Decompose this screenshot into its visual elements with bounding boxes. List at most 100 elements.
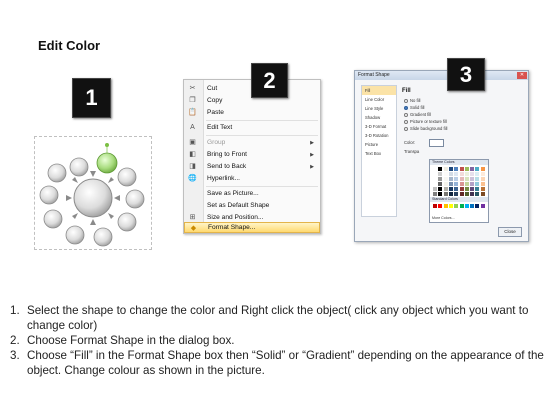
color-swatch[interactable] — [443, 204, 448, 208]
color-swatch[interactable] — [454, 204, 459, 208]
color-swatch[interactable] — [470, 182, 475, 186]
menu-item-paste[interactable]: 📋 Paste — [184, 107, 320, 119]
radio-button[interactable] — [404, 119, 408, 124]
nav-item-picture[interactable]: Picture — [362, 140, 396, 149]
close-icon[interactable]: ✕ — [517, 72, 527, 79]
radio-button[interactable] — [404, 126, 408, 131]
color-swatch[interactable] — [433, 172, 437, 176]
color-swatch[interactable] — [480, 187, 485, 191]
color-swatch[interactable] — [464, 204, 469, 208]
fill-option-no-fill[interactable]: No fill — [404, 98, 420, 103]
color-swatch[interactable] — [480, 177, 485, 181]
color-swatch[interactable] — [464, 172, 469, 176]
nav-item-line-style[interactable]: Line Style — [362, 104, 396, 113]
color-swatch[interactable] — [438, 182, 443, 186]
fill-option-picture-texture[interactable]: Picture or texture fill — [404, 119, 447, 124]
radio-button[interactable] — [404, 105, 408, 110]
color-swatch[interactable] — [454, 187, 459, 191]
color-swatch[interactable] — [459, 167, 464, 171]
color-swatch[interactable] — [443, 187, 448, 191]
nav-item-3d-format[interactable]: 3-D Format — [362, 122, 396, 131]
menu-item-set-default-shape[interactable]: Set as Default Shape — [184, 200, 320, 212]
radio-button[interactable] — [404, 98, 408, 103]
color-swatch[interactable] — [480, 182, 485, 186]
color-swatch[interactable] — [433, 187, 437, 191]
color-swatch[interactable] — [443, 192, 448, 196]
color-swatch[interactable] — [480, 192, 485, 196]
nav-item-3d-rotation[interactable]: 3-D Rotation — [362, 131, 396, 140]
color-swatch[interactable] — [470, 172, 475, 176]
color-swatch[interactable] — [438, 172, 443, 176]
menu-item-format-shape[interactable]: ◆ Format Shape... — [184, 222, 320, 233]
color-swatch[interactable] — [464, 167, 469, 171]
menu-item-save-as-picture[interactable]: Save as Picture... — [184, 188, 320, 200]
color-swatch[interactable] — [448, 204, 453, 208]
color-swatch[interactable] — [464, 177, 469, 181]
color-swatch[interactable] — [464, 187, 469, 191]
color-swatch[interactable] — [470, 204, 475, 208]
color-swatch[interactable] — [475, 187, 480, 191]
menu-item-hyperlink[interactable]: 🌐 Hyperlink... — [184, 173, 320, 185]
color-swatch[interactable] — [454, 182, 459, 186]
color-swatch[interactable] — [433, 177, 437, 181]
color-swatch[interactable] — [443, 167, 448, 171]
color-swatch[interactable] — [459, 187, 464, 191]
color-swatch[interactable] — [448, 167, 453, 171]
nav-item-shadow[interactable]: Shadow — [362, 113, 396, 122]
color-swatch[interactable] — [443, 172, 448, 176]
radio-button[interactable] — [404, 112, 408, 117]
color-swatch[interactable] — [438, 192, 443, 196]
color-swatch[interactable] — [433, 167, 437, 171]
color-swatch[interactable] — [464, 192, 469, 196]
color-swatch[interactable] — [480, 172, 485, 176]
color-swatch[interactable] — [480, 204, 485, 208]
circle-diagram[interactable] — [34, 136, 152, 250]
color-swatch[interactable] — [459, 182, 464, 186]
color-swatch[interactable] — [475, 204, 480, 208]
color-swatch[interactable] — [448, 187, 453, 191]
nav-item-fill[interactable]: Fill — [362, 86, 396, 95]
color-swatch[interactable] — [475, 172, 480, 176]
color-swatch[interactable] — [454, 192, 459, 196]
color-swatch[interactable] — [475, 182, 480, 186]
color-swatch[interactable] — [438, 187, 443, 191]
color-swatch[interactable] — [480, 167, 485, 171]
fill-option-gradient-fill[interactable]: Gradient fill — [404, 112, 431, 117]
color-swatch[interactable] — [454, 167, 459, 171]
fill-option-solid-fill[interactable]: Solid fill — [404, 105, 424, 110]
color-swatch[interactable] — [438, 204, 443, 208]
menu-item-send-to-back[interactable]: ◨ Send to Back ▶ — [184, 161, 320, 173]
color-swatch[interactable] — [454, 172, 459, 176]
color-swatch[interactable] — [470, 192, 475, 196]
color-swatch[interactable] — [459, 172, 464, 176]
color-swatch[interactable] — [443, 177, 448, 181]
menu-item-edit-text[interactable]: A Edit Text — [184, 122, 320, 134]
color-swatch[interactable] — [443, 182, 448, 186]
color-swatch[interactable] — [475, 167, 480, 171]
color-swatch[interactable] — [470, 187, 475, 191]
color-swatch[interactable] — [433, 204, 437, 208]
color-swatch[interactable] — [448, 172, 453, 176]
color-swatch[interactable] — [475, 192, 480, 196]
color-swatch[interactable] — [475, 177, 480, 181]
color-swatch[interactable] — [448, 192, 453, 196]
color-swatch[interactable] — [454, 177, 459, 181]
color-swatch[interactable] — [459, 192, 464, 196]
color-swatch[interactable] — [448, 182, 453, 186]
menu-item-bring-to-front[interactable]: ◧ Bring to Front ▶ — [184, 149, 320, 161]
close-button[interactable]: Close — [498, 227, 522, 237]
color-swatch[interactable] — [433, 192, 437, 196]
color-dropdown[interactable] — [429, 139, 444, 147]
color-swatch[interactable] — [438, 177, 443, 181]
color-swatch[interactable] — [448, 177, 453, 181]
color-swatch[interactable] — [459, 177, 464, 181]
more-colors-link[interactable]: More Colors... — [432, 216, 455, 220]
color-swatch[interactable] — [464, 182, 469, 186]
nav-item-text-box[interactable]: Text Box — [362, 149, 396, 158]
nav-item-line-color[interactable]: Line Color — [362, 95, 396, 104]
fill-option-slide-background[interactable]: Slide background fill — [404, 126, 447, 131]
color-swatch[interactable] — [438, 167, 443, 171]
color-swatch[interactable] — [433, 182, 437, 186]
color-swatch[interactable] — [470, 177, 475, 181]
color-swatch[interactable] — [470, 167, 475, 171]
